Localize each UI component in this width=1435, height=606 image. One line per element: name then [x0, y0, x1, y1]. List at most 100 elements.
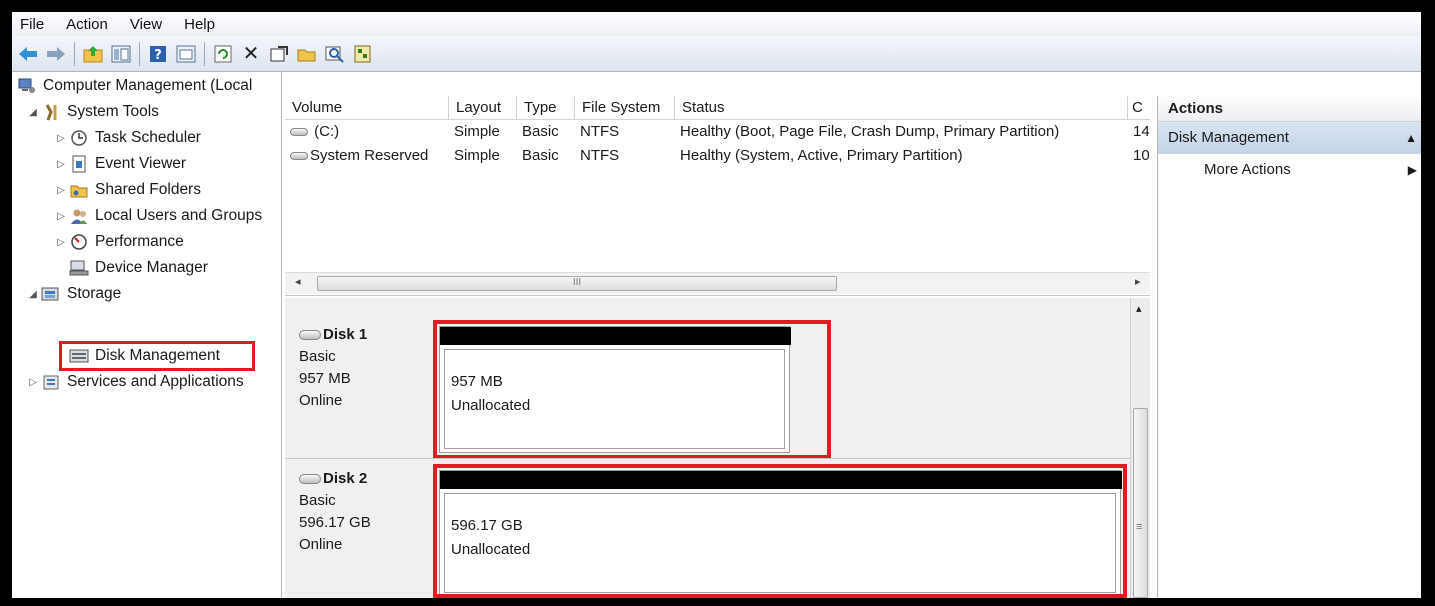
tree-item-event-viewer[interactable]: ▷ Event Viewer [54, 152, 186, 176]
disk-2-highlight [433, 464, 1127, 598]
up-folder-icon[interactable] [81, 42, 105, 66]
tree-label: Storage [67, 285, 122, 302]
more-actions-item[interactable]: More Actions ▶ [1158, 154, 1421, 186]
column-capacity[interactable]: C [1128, 96, 1150, 120]
column-volume[interactable]: Volume [285, 96, 449, 120]
disk-1-info[interactable]: Disk 1 Basic 957 MB Online [299, 324, 367, 412]
computer-management-window: File Action View Help ? ✕ Computer Manag… [12, 12, 1421, 598]
tree-item-performance[interactable]: ▷ Performance [54, 230, 184, 254]
scroll-left-icon[interactable]: ◂ [295, 275, 301, 288]
column-layout[interactable]: Layout [449, 96, 517, 120]
disk-icon [299, 330, 321, 340]
forward-arrow-icon[interactable] [44, 42, 68, 66]
help-icon[interactable]: ? [146, 42, 170, 66]
collapsed-arrow-icon[interactable]: ▷ [54, 133, 68, 144]
column-status[interactable]: Status [675, 96, 1128, 120]
disk-icon [299, 474, 321, 484]
tree-label: Computer Management (Local [43, 77, 253, 94]
clock-icon [68, 129, 90, 147]
back-arrow-icon[interactable] [16, 42, 40, 66]
export-icon[interactable] [351, 42, 375, 66]
scroll-up-icon[interactable]: ▴ [1136, 302, 1142, 315]
disk-map: Disk 1 Basic 957 MB Online 957 MB Unallo… [285, 298, 1150, 598]
collapsed-arrow-icon[interactable]: ▷ [26, 377, 40, 388]
volume-name: System Reserved [310, 147, 429, 164]
delete-glyph: ✕ [242, 43, 260, 65]
table-row[interactable]: System Reserved Simple Basic NTFS Health… [285, 144, 1150, 168]
section-label: Disk Management [1168, 129, 1289, 146]
services-icon [40, 373, 62, 391]
event-viewer-icon [68, 155, 90, 173]
show-hide-tree-icon[interactable] [109, 42, 133, 66]
column-type[interactable]: Type [517, 96, 575, 120]
table-row[interactable]: (C:) Simple Basic NTFS Healthy (Boot, Pa… [285, 120, 1150, 144]
console-view-icon[interactable] [174, 42, 198, 66]
disk-2-info[interactable]: Disk 2 Basic 596.17 GB Online [299, 468, 371, 556]
menu-action[interactable]: Action [66, 16, 108, 33]
tree-item-device-manager[interactable]: Device Manager [68, 256, 208, 280]
scrollbar-grip-icon: ≡ [1136, 521, 1143, 533]
disk-status: Online [299, 392, 343, 409]
collapsed-arrow-icon[interactable]: ▷ [54, 211, 68, 222]
expanded-arrow-icon[interactable]: ◢ [26, 289, 40, 300]
disk-size: 957 MB [299, 370, 351, 387]
tree-label: Event Viewer [95, 155, 187, 172]
system-tools-icon [40, 103, 62, 121]
collapse-caret-icon[interactable]: ▲ [1405, 122, 1417, 154]
menu-help[interactable]: Help [184, 16, 215, 33]
collapsed-arrow-icon[interactable]: ▷ [54, 185, 68, 196]
disk-name: Disk 1 [299, 324, 367, 346]
tree-item-task-scheduler[interactable]: ▷ Task Scheduler [54, 126, 201, 150]
tree-item-computer-management[interactable]: Computer Management (Local [16, 74, 252, 98]
vertical-scrollbar[interactable]: ▴ ≡ [1130, 298, 1150, 598]
expanded-arrow-icon[interactable]: ◢ [26, 107, 40, 118]
tree-label: Local Users and Groups [95, 207, 263, 224]
menu-bar: File Action View Help [12, 12, 1421, 36]
open-icon[interactable] [295, 42, 319, 66]
volume-cell: System Reserved [285, 144, 449, 168]
toolbar: ? ✕ [12, 36, 1421, 72]
horizontal-scrollbar[interactable]: ◂ III ▸ [285, 272, 1150, 294]
fs-cell: NTFS [580, 123, 620, 140]
refresh-icon[interactable] [211, 42, 235, 66]
tree-label: Performance [95, 233, 184, 250]
tree-item-local-users-groups[interactable]: ▷ Local Users and Groups [54, 204, 262, 228]
toolbar-separator [139, 41, 140, 66]
more-actions-label: More Actions [1204, 161, 1291, 178]
status-cell: Healthy (Boot, Page File, Crash Dump, Pr… [680, 123, 1060, 140]
disk-name: Disk 2 [299, 468, 371, 490]
column-file-system[interactable]: File System [575, 96, 675, 120]
toolbar-separator [204, 41, 205, 66]
scrollbar-thumb[interactable]: ≡ [1133, 408, 1148, 598]
disk-management-highlight [59, 341, 255, 371]
collapsed-arrow-icon[interactable]: ▷ [54, 237, 68, 248]
tree-label: Task Scheduler [95, 129, 201, 146]
disk-type: Basic [299, 492, 336, 509]
tree-label: Shared Folders [95, 181, 201, 198]
device-manager-icon [68, 259, 90, 277]
collapsed-arrow-icon[interactable]: ▷ [54, 159, 68, 170]
delete-icon[interactable]: ✕ [239, 42, 263, 66]
tree-item-storage[interactable]: ◢ Storage [26, 282, 121, 306]
scroll-right-icon[interactable]: ▸ [1135, 275, 1141, 288]
computer-management-icon [16, 77, 38, 95]
capacity-cell: 14 [1133, 123, 1150, 140]
volume-cell: (C:) [285, 120, 449, 144]
scrollbar-thumb[interactable]: III [317, 276, 837, 291]
search-icon[interactable] [323, 42, 347, 66]
capacity-cell: 10 [1133, 147, 1150, 164]
svg-text:?: ? [154, 48, 162, 63]
tree-item-services-applications[interactable]: ▷ Services and Applications [26, 370, 244, 394]
submenu-arrow-icon: ▶ [1407, 163, 1417, 177]
tree-label: System Tools [67, 103, 159, 120]
menu-file[interactable]: File [20, 16, 44, 33]
tree-item-shared-folders[interactable]: ▷ Shared Folders [54, 178, 201, 202]
disk-size: 596.17 GB [299, 514, 371, 531]
disk-row-divider [285, 458, 1130, 459]
volume-list-header: Volume Layout Type File System Status C [285, 96, 1150, 120]
menu-view[interactable]: View [130, 16, 162, 33]
properties-icon[interactable] [267, 42, 291, 66]
type-cell: Basic [522, 123, 559, 140]
tree-item-system-tools[interactable]: ◢ System Tools [26, 100, 159, 124]
actions-section-disk-management[interactable]: Disk Management ▲ [1158, 122, 1421, 154]
